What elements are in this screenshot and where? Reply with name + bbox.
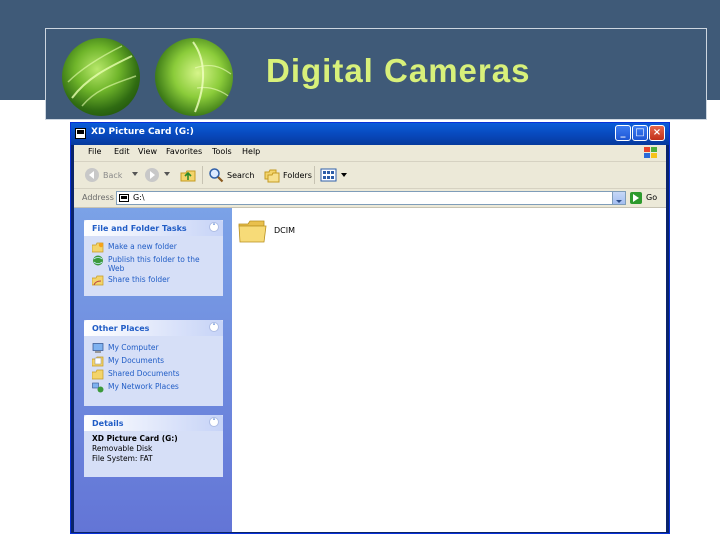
menu-tools[interactable]: Tools	[212, 147, 232, 156]
search-button[interactable]: Search	[208, 165, 254, 185]
search-label: Search	[227, 170, 255, 180]
up-folder-button[interactable]	[180, 165, 199, 185]
network-icon	[92, 382, 104, 393]
forward-dropdown-icon[interactable]	[164, 172, 170, 176]
task-label: Share this folder	[108, 275, 170, 284]
address-input[interactable]: G:\	[116, 191, 626, 205]
go-arrow-icon[interactable]	[630, 192, 642, 204]
back-button[interactable]: Back	[84, 165, 122, 185]
collapse-icon[interactable]: ˄	[209, 322, 219, 332]
address-value: G:\	[133, 193, 145, 202]
task-pane: File and Folder Tasks ˄ Make a new folde…	[74, 208, 232, 532]
collapse-icon[interactable]: ˄	[209, 417, 219, 427]
task-publish-folder[interactable]: Publish this folder to the Web	[84, 253, 223, 273]
folder-item[interactable]: DCIM	[238, 218, 295, 244]
details-type: Removable Disk	[92, 444, 153, 453]
up-folder-icon	[180, 170, 196, 182]
computer-icon	[92, 343, 104, 353]
menu-help[interactable]: Help	[242, 147, 260, 156]
other-places-panel: Other Places ˄ My Computer My Documents …	[84, 320, 223, 406]
task-label: Publish this folder to the Web	[108, 255, 200, 273]
folder-icon	[238, 220, 267, 243]
forward-button[interactable]	[144, 165, 163, 185]
views-icon	[320, 168, 337, 182]
folders-label: Folders	[283, 170, 312, 180]
panel-title: Details	[92, 419, 124, 428]
folders-icon	[264, 169, 280, 183]
windows-logo-icon	[644, 147, 657, 158]
panel-title: File and Folder Tasks	[92, 224, 187, 233]
details-body: XD Picture Card (G:) Removable Disk File…	[84, 431, 223, 464]
close-button[interactable]: ×	[649, 125, 665, 141]
details-panel: Details ˄ XD Picture Card (G:) Removable…	[84, 415, 223, 477]
task-share-folder[interactable]: Share this folder	[84, 273, 223, 286]
file-list[interactable]: DCIM	[232, 208, 666, 532]
address-label: Address	[82, 193, 114, 202]
drive-icon[interactable]	[75, 128, 86, 139]
publish-web-icon	[93, 255, 103, 266]
collapse-icon[interactable]: ˄	[209, 222, 219, 232]
place-my-computer[interactable]: My Computer	[84, 341, 223, 354]
go-button[interactable]: Go	[646, 193, 657, 202]
share-folder-icon	[92, 275, 104, 286]
place-label: My Network Places	[108, 382, 179, 391]
menu-bar: File Edit View Favorites Tools Help	[74, 145, 666, 162]
place-shared-documents[interactable]: Shared Documents	[84, 367, 223, 380]
drive-icon	[119, 194, 129, 202]
panel-header[interactable]: Details ˄	[84, 415, 223, 431]
toolbar-separator	[314, 166, 315, 184]
place-my-documents[interactable]: My Documents	[84, 354, 223, 367]
place-my-network-places[interactable]: My Network Places	[84, 380, 223, 393]
toolbar: Back Search Folders	[74, 162, 666, 189]
address-dropdown-button[interactable]	[612, 192, 625, 204]
details-filesystem: File System: FAT	[92, 454, 153, 463]
new-folder-icon	[92, 242, 104, 253]
panel-header[interactable]: Other Places ˄	[84, 320, 223, 336]
toolbar-separator	[202, 166, 203, 184]
leaf-image-right	[155, 38, 233, 116]
file-folder-tasks-panel: File and Folder Tasks ˄ Make a new folde…	[84, 220, 223, 296]
place-label: Shared Documents	[108, 369, 180, 378]
address-bar: Address G:\ Go	[74, 189, 666, 208]
folders-button[interactable]: Folders	[264, 165, 312, 185]
documents-icon	[92, 356, 104, 367]
window-title: XD Picture Card (G:)	[91, 127, 194, 137]
views-button[interactable]	[320, 165, 350, 185]
menu-view[interactable]: View	[138, 147, 157, 156]
explorer-window: XD Picture Card (G:) _ □ × File Edit Vie…	[70, 122, 670, 534]
panel-title: Other Places	[92, 324, 150, 333]
shared-folder-icon	[92, 369, 104, 380]
maximize-button[interactable]: □	[632, 125, 648, 141]
window-client: File Edit View Favorites Tools Help Back	[74, 145, 666, 532]
folder-label: DCIM	[274, 226, 296, 235]
slide-title: Digital Cameras	[266, 52, 531, 89]
panel-header[interactable]: File and Folder Tasks ˄	[84, 220, 223, 236]
place-label: My Documents	[108, 356, 165, 365]
task-make-new-folder[interactable]: Make a new folder	[84, 240, 223, 253]
views-dropdown-icon	[341, 173, 347, 177]
forward-arrow-icon	[145, 168, 159, 182]
leaf-image-left	[62, 38, 140, 116]
back-arrow-icon	[85, 168, 99, 182]
task-label: Make a new folder	[108, 242, 177, 251]
title-bar[interactable]: XD Picture Card (G:) _ □ ×	[71, 123, 669, 145]
menu-edit[interactable]: Edit	[114, 147, 130, 156]
menu-favorites[interactable]: Favorites	[166, 147, 202, 156]
details-name: XD Picture Card (G:)	[92, 434, 178, 443]
menu-file[interactable]: File	[88, 147, 101, 156]
place-label: My Computer	[108, 343, 159, 352]
search-icon	[209, 168, 224, 183]
back-dropdown-icon[interactable]	[132, 172, 138, 176]
back-label: Back	[103, 170, 123, 180]
chevron-down-icon	[616, 200, 622, 203]
minimize-button[interactable]: _	[615, 125, 631, 141]
